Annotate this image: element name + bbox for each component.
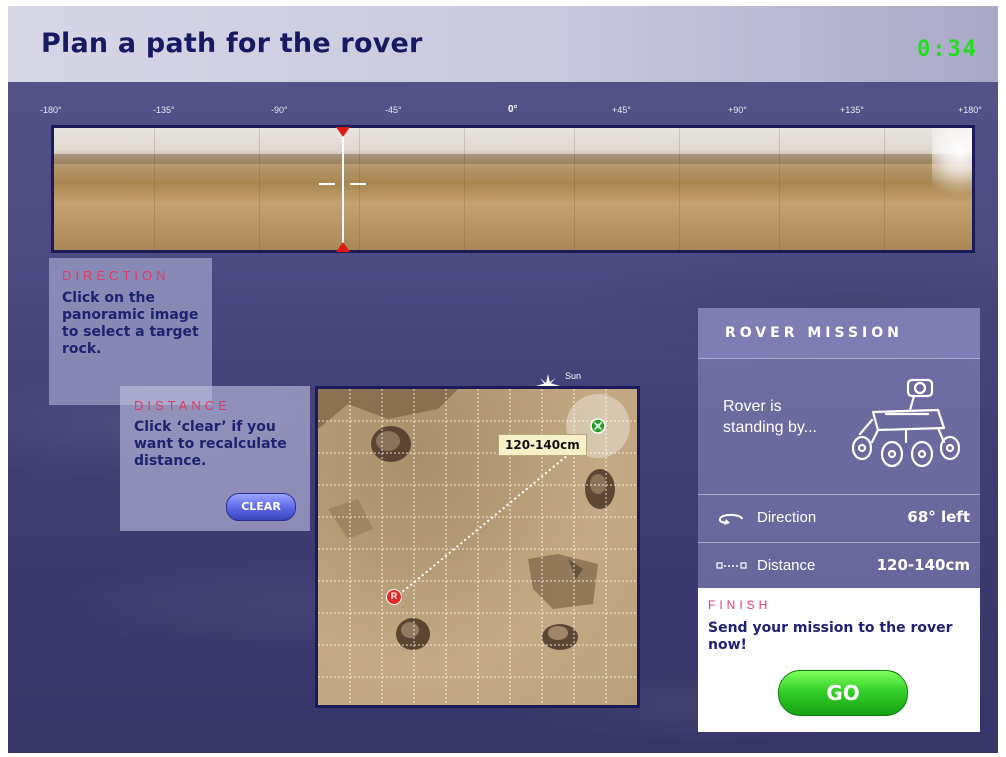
go-button[interactable]: GO <box>778 670 908 716</box>
sun-glare <box>932 128 972 208</box>
panorama-tick: +45° <box>612 105 631 115</box>
terrain-map[interactable]: 120-140cm R <box>315 386 640 708</box>
mission-title: ROVER MISSION <box>725 325 903 341</box>
direction-instructions: Click on the panoramic image to select a… <box>62 290 199 357</box>
rover-icon <box>851 378 961 468</box>
selector-top-triangle-icon <box>336 127 350 137</box>
image-seam <box>359 128 360 250</box>
direction-label: Direction <box>757 509 817 526</box>
panorama-tick: +180° <box>958 105 982 115</box>
panorama-tick: -135° <box>153 105 175 115</box>
distance-row: Distance 120-140cm <box>698 542 980 587</box>
distance-label: Distance <box>757 557 816 574</box>
terrain-patch <box>318 389 458 429</box>
horizon-ridge <box>54 154 972 164</box>
finish-instructions: Send your mission to the rover now! <box>708 620 953 653</box>
turn-arrow-icon <box>718 513 743 525</box>
page-title: Plan a path for the rover <box>41 28 423 59</box>
panoramic-image[interactable] <box>51 125 975 253</box>
image-seam <box>464 128 465 250</box>
panorama-tick: -180° <box>40 105 62 115</box>
clear-button[interactable]: CLEAR <box>226 493 296 521</box>
mission-header: ROVER MISSION <box>698 308 980 359</box>
panorama-tick: +135° <box>840 105 864 115</box>
image-seam <box>574 128 575 250</box>
crosshair-right <box>350 183 366 185</box>
distance-value: 120-140cm <box>876 556 970 574</box>
rover-status-text: Rover is standing by... <box>723 398 817 436</box>
direction-heading: DIRECTION <box>62 268 170 283</box>
panorama-tick: -45° <box>385 105 402 115</box>
image-seam <box>259 128 260 250</box>
finish-heading: FINISH <box>708 598 772 612</box>
target-marker-icon <box>590 418 606 434</box>
map-overlay <box>318 389 637 705</box>
sun-label: Sun <box>565 371 582 381</box>
rock-highlight <box>376 431 400 451</box>
distance-heading: DISTANCE <box>134 398 231 413</box>
direction-panel: DIRECTION Click on the panoramic image t… <box>49 258 212 405</box>
distance-ruler-icon <box>716 562 747 569</box>
image-seam <box>779 128 780 250</box>
header-bar: Plan a path for the rover 0:34 <box>8 6 998 82</box>
rover-marker: R <box>386 589 402 605</box>
image-seam <box>679 128 680 250</box>
countdown-timer: 0:34 <box>917 37 978 62</box>
panorama-tick: -90° <box>271 105 288 115</box>
selector-bottom-triangle-icon <box>336 242 350 252</box>
direction-value: 68° left <box>907 508 970 526</box>
panorama-tick: +90° <box>728 105 747 115</box>
finish-panel: FINISH Send your mission to the rover no… <box>698 588 980 732</box>
direction-selector-line[interactable] <box>342 130 344 252</box>
rover-mission-panel: ROVER MISSION Rover is standing by... Di… <box>698 308 980 588</box>
rock-highlight <box>401 622 419 638</box>
distance-readout: 120-140cm <box>498 434 587 456</box>
panorama-tick: 0° <box>508 104 518 115</box>
rock-highlight <box>548 626 568 640</box>
crosshair-left <box>319 183 335 185</box>
rock-highlight <box>590 474 606 494</box>
image-seam <box>884 128 885 250</box>
direction-row: Direction 68° left <box>698 494 980 539</box>
distance-instructions: Click ‘clear’ if you want to recalculate… <box>134 419 287 469</box>
image-seam <box>154 128 155 250</box>
game-stage: Plan a path for the rover 0:34 -180° -13… <box>8 6 998 753</box>
